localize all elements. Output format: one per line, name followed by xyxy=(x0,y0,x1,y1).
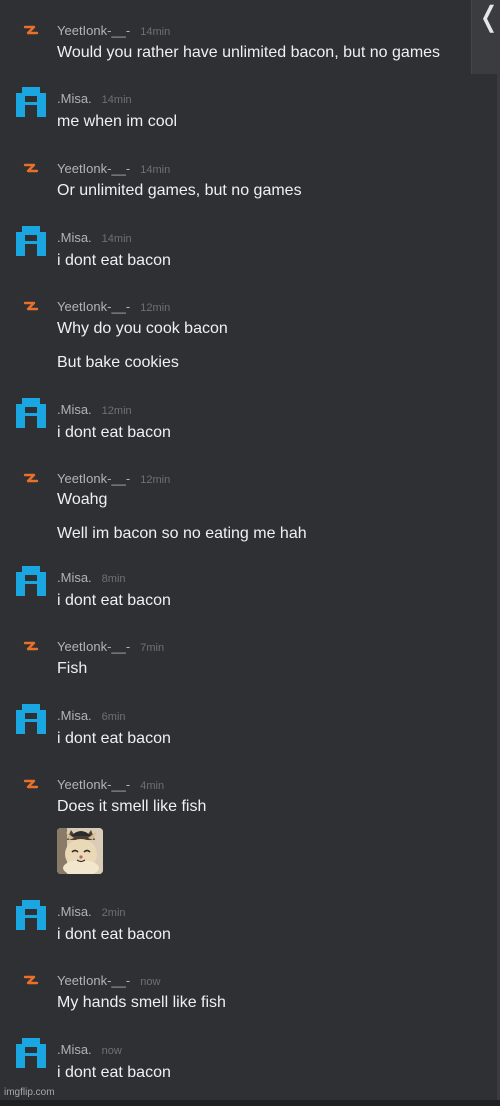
orange-bolt-icon xyxy=(23,301,39,311)
blue-pixel-avatar-icon xyxy=(16,1038,46,1068)
timestamp: 14min xyxy=(140,164,171,176)
message-text: Why do you cook bacon xyxy=(57,320,228,337)
orange-bolt-icon xyxy=(23,975,39,985)
message-header: YeetIonk-__- 14min xyxy=(57,22,170,38)
message-header: .Misa. 14min xyxy=(57,90,132,106)
timestamp: 14min xyxy=(140,26,171,38)
timestamp: now xyxy=(140,976,161,988)
sidebar-toggle-button[interactable]: ❬ xyxy=(471,0,500,74)
author-name[interactable]: YeetIonk-__- xyxy=(57,777,130,792)
message-header: .Misa. 2min xyxy=(57,903,126,919)
message-header: YeetIonk-__- now xyxy=(57,972,160,988)
cat-photo[interactable] xyxy=(57,828,103,874)
author-name[interactable]: .Misa. xyxy=(57,230,92,245)
watermark: imgflip.com xyxy=(4,1087,55,1098)
message-text: Does it smell like fish xyxy=(57,798,207,815)
author-name[interactable]: YeetIonk-__- xyxy=(57,973,130,988)
author-name[interactable]: YeetIonk-__- xyxy=(57,299,130,314)
timestamp: 6min xyxy=(101,711,126,723)
message-text: Would you rather have unlimited bacon, b… xyxy=(57,44,441,61)
message-text: me when im cool xyxy=(57,113,178,130)
message-text: Well im bacon so no eating me hah xyxy=(57,525,307,542)
timestamp: 12min xyxy=(101,405,132,417)
message-text: i dont eat bacon xyxy=(57,592,171,609)
author-name[interactable]: YeetIonk-__- xyxy=(57,471,130,486)
message-header: .Misa. 8min xyxy=(57,569,126,585)
author-name[interactable]: .Misa. xyxy=(57,1042,92,1057)
blue-pixel-avatar-icon xyxy=(16,398,46,428)
blue-pixel-avatar-icon xyxy=(16,226,46,256)
author-name[interactable]: .Misa. xyxy=(57,91,92,106)
chevron-left-icon: ❬ xyxy=(477,1,500,32)
orange-bolt-icon xyxy=(23,163,39,173)
timestamp: 2min xyxy=(101,907,126,919)
message-text: But bake cookies xyxy=(57,354,179,371)
blue-pixel-avatar-icon xyxy=(16,87,46,117)
orange-bolt-icon xyxy=(23,25,39,35)
blue-pixel-avatar-icon xyxy=(16,566,46,596)
timestamp: 14min xyxy=(101,94,132,106)
timestamp: now xyxy=(101,1045,122,1057)
message-header: YeetIonk-__- 7min xyxy=(57,638,164,654)
author-name[interactable]: .Misa. xyxy=(57,402,92,417)
timestamp: 12min xyxy=(140,302,171,314)
message-header: YeetIonk-__- 12min xyxy=(57,470,170,486)
chat-log[interactable]: YeetIonk-__- 14min Would you rather have … xyxy=(0,0,500,1106)
timestamp: 7min xyxy=(140,642,165,654)
author-name[interactable]: YeetIonk-__- xyxy=(57,161,130,176)
message-text: My hands smell like fish xyxy=(57,994,226,1011)
orange-bolt-icon xyxy=(23,779,39,789)
timestamp: 4min xyxy=(140,780,165,792)
orange-bolt-icon xyxy=(23,641,39,651)
timestamp: 8min xyxy=(101,573,126,585)
timestamp: 14min xyxy=(101,233,132,245)
author-name[interactable]: .Misa. xyxy=(57,708,92,723)
message-text: Fish xyxy=(57,660,88,677)
blue-pixel-avatar-icon xyxy=(16,704,46,734)
blue-pixel-avatar-icon xyxy=(16,900,46,930)
message-text: Woahg xyxy=(57,491,108,508)
message-text: i dont eat bacon xyxy=(57,424,171,441)
message-header: .Misa. 12min xyxy=(57,401,132,417)
message-header: YeetIonk-__- 12min xyxy=(57,298,170,314)
bottom-divider xyxy=(0,1100,500,1106)
author-name[interactable]: YeetIonk-__- xyxy=(57,23,130,38)
author-name[interactable]: YeetIonk-__- xyxy=(57,639,130,654)
message-header: YeetIonk-__- 14min xyxy=(57,160,170,176)
author-name[interactable]: .Misa. xyxy=(57,570,92,585)
message-text: i dont eat bacon xyxy=(57,926,171,943)
message-header: .Misa. now xyxy=(57,1041,122,1057)
message-text: i dont eat bacon xyxy=(57,252,171,269)
message-text: i dont eat bacon xyxy=(57,730,171,747)
timestamp: 12min xyxy=(140,474,171,486)
message-text: Or unlimited games, but no games xyxy=(57,182,302,199)
message-header: YeetIonk-__- 4min xyxy=(57,776,164,792)
author-name[interactable]: .Misa. xyxy=(57,904,92,919)
message-header: .Misa. 6min xyxy=(57,707,126,723)
message-text: i dont eat bacon xyxy=(57,1064,171,1081)
orange-bolt-icon xyxy=(23,473,39,483)
message-header: .Misa. 14min xyxy=(57,229,132,245)
